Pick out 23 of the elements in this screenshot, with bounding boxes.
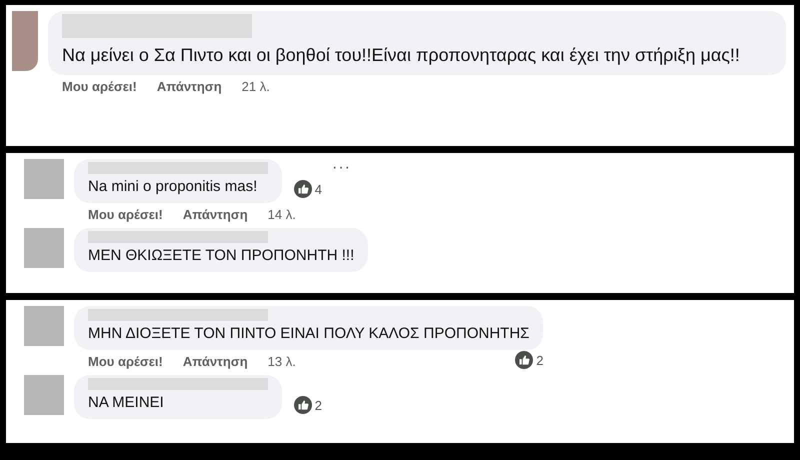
comment-text: Να μείνει ο Σα Πιντο και οι βοηθοί του!!Είναι προπονηταρας και έχει την στήριξη μας!! (62, 44, 741, 67)
thumbs-up-icon (294, 180, 312, 198)
comment-text: ΜΕΝ ΘΚΙΩΞΕΤΕ ΤΟΝ ΠΡΟΠΟΝΗΤΗ !!! (88, 246, 354, 266)
like-link[interactable]: Μου αρέσει! (88, 354, 163, 369)
comment-time: 21 λ. (242, 79, 270, 94)
reply-link[interactable]: Απάντηση (182, 207, 248, 222)
comment-time: 14 λ. (268, 207, 296, 222)
comment-text: ΝΑ ΜΕΙΝΕΙ (88, 393, 165, 413)
avatar-placeholder (24, 159, 64, 199)
like-link[interactable]: Μου αρέσει! (62, 79, 137, 94)
like-link[interactable]: Μου αρέσει! (88, 207, 163, 222)
avatar-placeholder (12, 11, 38, 71)
comment-time: 13 λ. (268, 354, 296, 369)
comment-text: ΜΗΝ ΔΙΟΞΕΤΕ ΤΟΝ ΠΙΝΤΟ ΕΙΝΑΙ ΠΟΛΥ ΚΑΛΟΣ ΠΡΟΠΟΝΗΤΗΣ (88, 324, 530, 344)
reply-link[interactable]: Απάντηση (156, 79, 222, 94)
avatar-placeholder (24, 228, 64, 268)
avatar-placeholder (24, 306, 64, 346)
more-options-button[interactable]: ··· (332, 159, 351, 177)
thumbs-up-icon (294, 396, 312, 414)
thumbs-up-icon (515, 351, 534, 369)
comment-text: Na mini o proponitis mas! (88, 177, 258, 197)
avatar-placeholder (24, 375, 64, 415)
reply-link[interactable]: Απάντηση (182, 354, 248, 369)
